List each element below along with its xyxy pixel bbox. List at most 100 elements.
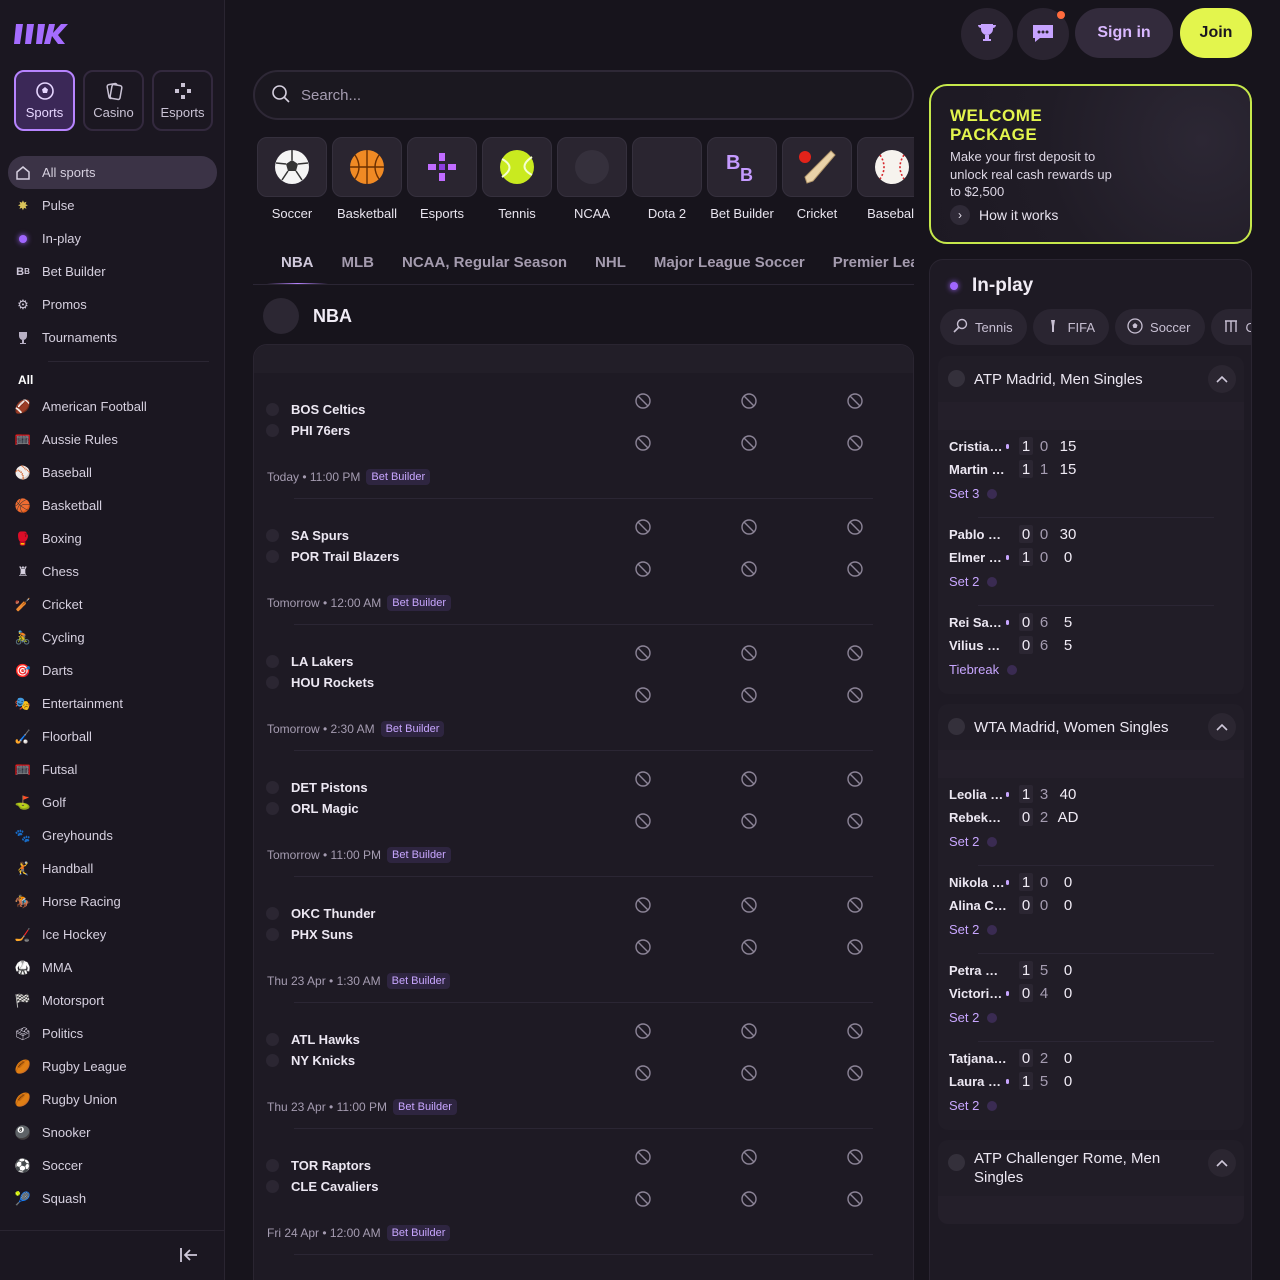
suspended-odds-icon[interactable] <box>846 1022 864 1040</box>
sidebar-item-handball[interactable]: 🤾 Handball <box>8 852 217 885</box>
sidebar-item-entertainment[interactable]: 🎭 Entertainment <box>8 687 217 720</box>
suspended-odds-icon[interactable] <box>846 938 864 956</box>
game-row[interactable]: OKC Thunder PHX Suns Thu 23 Apr • 1:30 AM B… <box>254 877 913 1003</box>
competition-header[interactable]: WTA Madrid, Women Singles <box>938 704 1244 750</box>
sidebar-item-chess[interactable]: ♜ Chess <box>8 555 217 588</box>
sidebar-item-rugby-league[interactable]: 🏉 Rugby League <box>8 1050 217 1083</box>
sidebar-item-pulse[interactable]: ✸ Pulse <box>8 189 217 222</box>
sidebar-item-in-play[interactable]: In-play <box>8 222 217 255</box>
sidebar-item-american-football[interactable]: 🏈 American Football <box>8 390 217 423</box>
sport-tile-bet-builder[interactable]: B B Bet Builder <box>707 137 777 227</box>
sidebar-item-basketball[interactable]: 🏀 Basketball <box>8 489 217 522</box>
sidebar-item-greyhounds[interactable]: 🐾 Greyhounds <box>8 819 217 852</box>
suspended-odds-icon[interactable] <box>846 896 864 914</box>
chevron-up-icon[interactable] <box>1208 713 1236 741</box>
suspended-odds-icon[interactable] <box>740 644 758 662</box>
suspended-odds-icon[interactable] <box>634 1022 652 1040</box>
sport-tile-basketball[interactable]: Basketball <box>332 137 402 227</box>
sidebar-item-mma[interactable]: 🥋 MMA <box>8 951 217 984</box>
suspended-odds-icon[interactable] <box>634 1190 652 1208</box>
suspended-odds-icon[interactable] <box>740 938 758 956</box>
sign-in-button[interactable]: Sign in <box>1075 8 1173 58</box>
suspended-odds-icon[interactable] <box>634 434 652 452</box>
tab-casino[interactable]: Casino <box>83 70 144 131</box>
live-match[interactable]: Leolia Jeanjean 13 40 Rebeka Masarova 02 AD Se… <box>938 778 1244 866</box>
search-bar[interactable] <box>253 70 914 120</box>
sidebar-item-squash[interactable]: 🎾 Squash <box>8 1182 217 1215</box>
collapse-sidebar-icon[interactable] <box>178 1245 200 1265</box>
sidebar-item-aussie-rules[interactable]: 🥅 Aussie Rules <box>8 423 217 456</box>
suspended-odds-icon[interactable] <box>740 1190 758 1208</box>
suspended-odds-icon[interactable] <box>634 1064 652 1082</box>
how-it-works-link[interactable]: › How it works <box>950 205 1058 225</box>
suspended-odds-icon[interactable] <box>846 434 864 452</box>
game-row[interactable]: ATL Hawks NY Knicks Thu 23 Apr • 11:00 PM B… <box>254 1003 913 1129</box>
sport-tile-tennis[interactable]: Tennis <box>482 137 552 227</box>
suspended-odds-icon[interactable] <box>740 1064 758 1082</box>
welcome-promo-card[interactable]: WELCOME PACKAGE Make your first deposit … <box>929 84 1252 244</box>
suspended-odds-icon[interactable] <box>846 686 864 704</box>
suspended-odds-icon[interactable] <box>634 686 652 704</box>
tab-sports[interactable]: Sports <box>14 70 75 131</box>
suspended-odds-icon[interactable] <box>740 770 758 788</box>
sidebar-item-cricket[interactable]: 🏏 Cricket <box>8 588 217 621</box>
suspended-odds-icon[interactable] <box>740 1022 758 1040</box>
suspended-odds-icon[interactable] <box>846 1148 864 1166</box>
suspended-odds-icon[interactable] <box>740 896 758 914</box>
tab-premier-league[interactable]: Premier League <box>833 243 914 283</box>
tab-esports[interactable]: Esports <box>152 70 213 131</box>
sidebar-item-bet-builder[interactable]: BB Bet Builder <box>8 255 217 288</box>
sidebar-item-boxing[interactable]: 🥊 Boxing <box>8 522 217 555</box>
sport-tile-baseball[interactable]: Baseball <box>857 137 914 227</box>
suspended-odds-icon[interactable] <box>740 518 758 536</box>
suspended-odds-icon[interactable] <box>634 518 652 536</box>
sidebar-item-rugby-union[interactable]: 🏉 Rugby Union <box>8 1083 217 1116</box>
chevron-up-icon[interactable] <box>1208 365 1236 393</box>
sidebar-item-golf[interactable]: ⛳ Golf <box>8 786 217 819</box>
suspended-odds-icon[interactable] <box>740 560 758 578</box>
tab-mlb[interactable]: MLB <box>342 243 375 283</box>
suspended-odds-icon[interactable] <box>634 896 652 914</box>
sidebar-item-floorball[interactable]: 🏑 Floorball <box>8 720 217 753</box>
sidebar-item-snooker[interactable]: 🎱 Snooker <box>8 1116 217 1149</box>
chevron-up-icon[interactable] <box>1208 1149 1236 1177</box>
sidebar-item-horse-racing[interactable]: 🏇 Horse Racing <box>8 885 217 918</box>
sidebar-item-cycling[interactable]: 🚴 Cycling <box>8 621 217 654</box>
suspended-odds-icon[interactable] <box>634 938 652 956</box>
tab-major-league-soccer[interactable]: Major League Soccer <box>654 243 805 283</box>
suspended-odds-icon[interactable] <box>740 1148 758 1166</box>
sport-tile-ncaa[interactable]: NCAA <box>557 137 627 227</box>
filter-chip-cricket[interactable]: Cricket <box>1210 309 1251 345</box>
suspended-odds-icon[interactable] <box>846 392 864 410</box>
suspended-odds-icon[interactable] <box>846 812 864 830</box>
search-input[interactable] <box>301 86 861 104</box>
live-match[interactable]: Rei Sakamoto 065 Vilius Gaubas 065 Tiebreak <box>938 606 1244 694</box>
game-row[interactable]: TOR Raptors CLE Cavaliers Fri 24 Apr • 12:… <box>254 1129 913 1255</box>
suspended-odds-icon[interactable] <box>634 560 652 578</box>
competition-header[interactable]: ATP Challenger Rome, Men Singles <box>938 1140 1244 1196</box>
join-button[interactable]: Join <box>1180 8 1252 58</box>
suspended-odds-icon[interactable] <box>846 1064 864 1082</box>
suspended-odds-icon[interactable] <box>740 812 758 830</box>
suspended-odds-icon[interactable] <box>846 1190 864 1208</box>
tab-ncaa-regular-season[interactable]: NCAA, Regular Season <box>402 243 567 283</box>
game-row[interactable]: BOS Celtics PHI 76ers Today • 11:00 PM Bet … <box>254 373 913 499</box>
game-row[interactable]: DET Pistons ORL Magic Tomorrow • 11:00 PM B… <box>254 751 913 877</box>
chat-button[interactable] <box>1017 8 1069 60</box>
sport-tile-esports[interactable]: Esports <box>407 137 477 227</box>
sidebar-item-darts[interactable]: 🎯 Darts <box>8 654 217 687</box>
suspended-odds-icon[interactable] <box>740 392 758 410</box>
suspended-odds-icon[interactable] <box>634 644 652 662</box>
suspended-odds-icon[interactable] <box>740 434 758 452</box>
sport-tile-dota-2[interactable]: Dota 2 <box>632 137 702 227</box>
sidebar-item-ice-hockey[interactable]: 🏒 Ice Hockey <box>8 918 217 951</box>
suspended-odds-icon[interactable] <box>846 560 864 578</box>
suspended-odds-icon[interactable] <box>846 518 864 536</box>
live-match[interactable]: Nikola Bartunkova100Alina Charaeva000Set… <box>938 866 1244 954</box>
suspended-odds-icon[interactable] <box>634 1148 652 1166</box>
sidebar-item-politics[interactable]: 🗳 Politics <box>8 1017 217 1050</box>
sidebar-item-soccer[interactable]: ⚽ Soccer <box>8 1149 217 1182</box>
tournaments-button[interactable] <box>961 8 1013 60</box>
competition-header[interactable]: ATP Madrid, Men Singles <box>938 356 1244 402</box>
brand-logo[interactable] <box>14 20 70 48</box>
